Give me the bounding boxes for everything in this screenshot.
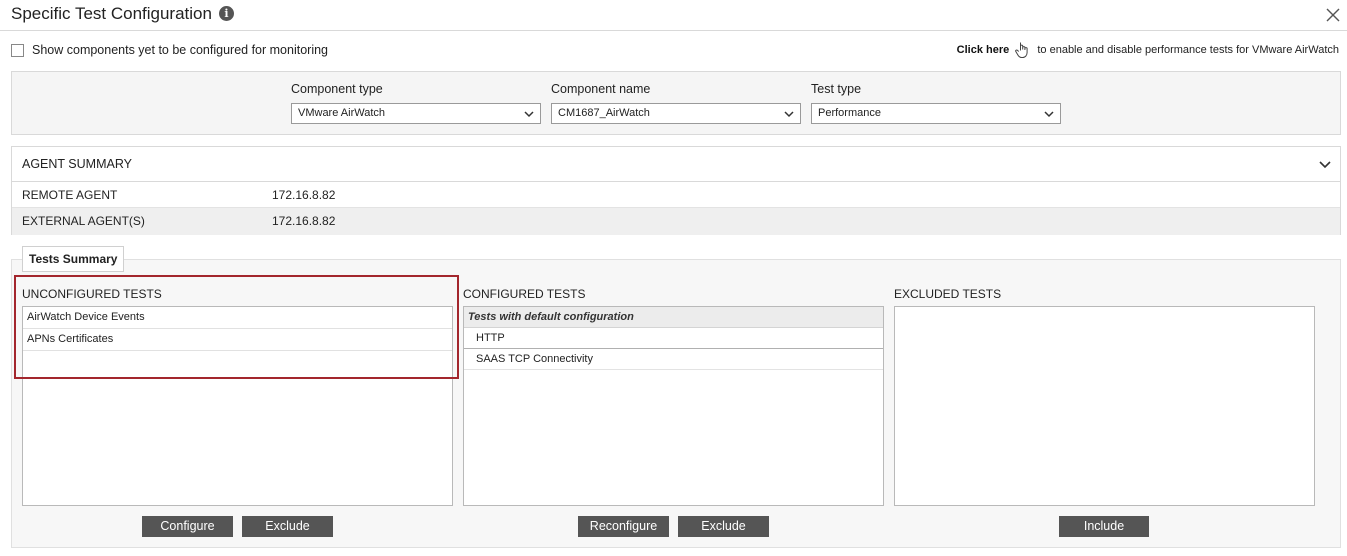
info-icon[interactable]: i — [219, 6, 234, 21]
list-item[interactable]: SAAS TCP Connectivity — [464, 349, 883, 370]
exclude-configured-button[interactable]: Exclude — [678, 516, 769, 537]
component-name-filter: Component name CM1687_AirWatch — [551, 82, 801, 124]
test-type-filter: Test type Performance — [811, 82, 1061, 124]
list-item[interactable]: AirWatch Device Events — [23, 307, 452, 329]
configured-tests-title: CONFIGURED TESTS — [463, 287, 586, 301]
filter-panel: Component type VMware AirWatch Component… — [11, 71, 1341, 135]
component-type-select[interactable]: VMware AirWatch — [291, 103, 541, 124]
exclude-unconfigured-button[interactable]: Exclude — [242, 516, 333, 537]
agent-key: EXTERNAL AGENT(S) — [22, 214, 145, 228]
close-icon[interactable] — [1325, 7, 1341, 23]
dialog-title: Specific Test Configuration — [11, 4, 212, 23]
list-item[interactable]: APNs Certificates — [23, 329, 452, 351]
component-type-value: VMware AirWatch — [298, 107, 386, 119]
show-unconfigured-checkbox[interactable] — [11, 44, 24, 57]
performance-tests-toggle-row: Click here to enable and disable perform… — [957, 41, 1339, 59]
tests-summary-tab[interactable]: Tests Summary — [22, 246, 125, 272]
unconfigured-tests-title: UNCONFIGURED TESTS — [22, 287, 162, 301]
configured-group-header: Tests with default configuration — [464, 307, 883, 328]
excluded-tests-title: EXCLUDED TESTS — [894, 287, 1002, 301]
chevron-down-icon[interactable] — [1318, 158, 1332, 172]
component-type-filter: Component type VMware AirWatch — [291, 82, 541, 124]
test-type-label: Test type — [811, 82, 862, 96]
agent-value: 172.16.8.82 — [272, 188, 336, 202]
click-here-link[interactable]: Click here — [957, 44, 1010, 56]
agent-summary-header[interactable]: AGENT SUMMARY — [12, 147, 1340, 182]
chevron-down-icon — [784, 111, 794, 118]
chevron-down-icon — [524, 111, 534, 118]
component-name-label: Component name — [551, 82, 651, 96]
unconfigured-tests-list[interactable]: AirWatch Device Events APNs Certificates — [22, 306, 453, 506]
test-type-value: Performance — [818, 107, 881, 119]
agent-summary-panel: AGENT SUMMARY REMOTE AGENT 172.16.8.82 E… — [11, 146, 1341, 235]
click-here-description: to enable and disable performance tests … — [1037, 44, 1339, 56]
chevron-down-icon — [1044, 111, 1054, 118]
agent-value: 172.16.8.82 — [272, 214, 336, 228]
hand-pointer-icon[interactable] — [1015, 41, 1031, 59]
configured-tests-list[interactable]: Tests with default configuration HTTP SA… — [463, 306, 884, 506]
include-button[interactable]: Include — [1059, 516, 1149, 537]
reconfigure-button[interactable]: Reconfigure — [578, 516, 669, 537]
agent-row-external: EXTERNAL AGENT(S) 172.16.8.82 — [12, 208, 1340, 235]
dialog-titlebar: Specific Test Configuration i — [0, 0, 1347, 31]
excluded-tests-list[interactable] — [894, 306, 1315, 506]
list-item[interactable]: HTTP — [464, 328, 883, 349]
agent-row-remote: REMOTE AGENT 172.16.8.82 — [12, 182, 1340, 208]
configure-button[interactable]: Configure — [142, 516, 233, 537]
test-type-select[interactable]: Performance — [811, 103, 1061, 124]
component-type-label: Component type — [291, 82, 383, 96]
show-unconfigured-label: Show components yet to be configured for… — [32, 43, 329, 57]
agent-summary-title: AGENT SUMMARY — [22, 157, 132, 171]
component-name-value: CM1687_AirWatch — [558, 107, 650, 119]
component-name-select[interactable]: CM1687_AirWatch — [551, 103, 801, 124]
agent-key: REMOTE AGENT — [22, 188, 118, 202]
